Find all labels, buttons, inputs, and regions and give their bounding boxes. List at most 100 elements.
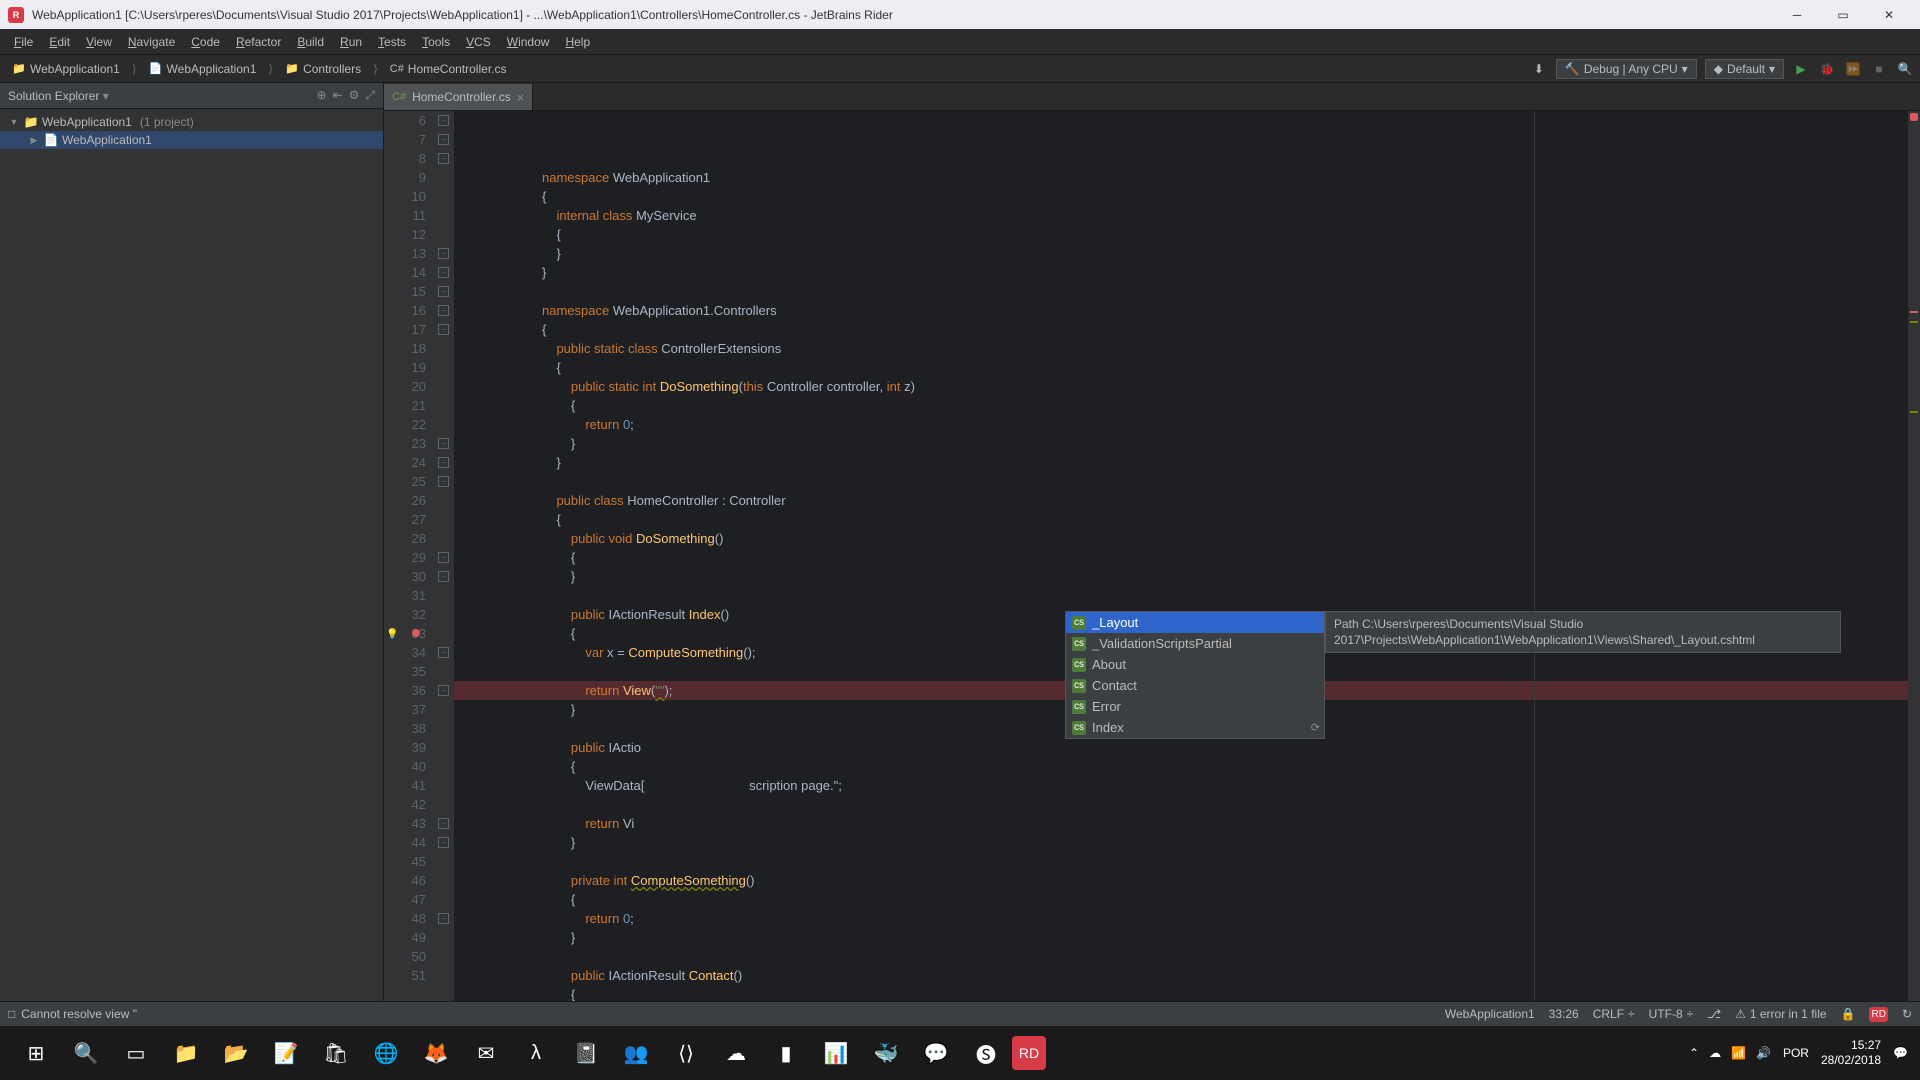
rider-icon[interactable]: RD [1012,1036,1046,1070]
build-config-selector[interactable]: 🔨 Debug | Any CPU ▾ [1556,59,1697,79]
docker-icon[interactable]: 🐳 [862,1029,910,1077]
tray-network-icon[interactable]: 📶 [1731,1046,1746,1060]
tray-onedrive-icon[interactable]: ☁ [1709,1046,1721,1060]
tray-chevron-icon[interactable]: ⌃ [1689,1046,1699,1060]
completion-item[interactable]: csIndex [1066,717,1324,738]
build-icon[interactable]: ⬇ [1530,60,1548,78]
fold-marker[interactable]: − [438,134,449,145]
code-line[interactable]: } [454,453,1908,472]
breadcrumb-item[interactable]: 📁WebApplication1 [6,60,126,78]
menu-window[interactable]: Window [499,31,558,53]
code-line[interactable]: { [454,225,1908,244]
code-line[interactable]: namespace WebApplication1.Controllers [454,301,1908,320]
completion-item[interactable]: csAbout [1066,654,1324,675]
task-manager-icon[interactable]: 📊 [812,1029,860,1077]
task-view-icon[interactable]: ▭ [112,1029,160,1077]
code-line[interactable]: { [454,548,1908,567]
code-line[interactable]: { [454,985,1908,1001]
slack-icon[interactable]: 💬 [912,1029,960,1077]
breadcrumb-item[interactable]: C#HomeController.cs [384,60,513,78]
firefox-icon[interactable]: 🦊 [412,1029,460,1077]
code-line[interactable]: } [454,434,1908,453]
collapse-icon[interactable]: ⇤ [333,88,343,103]
fold-marker[interactable]: − [438,476,449,487]
code-line[interactable]: } [454,928,1908,947]
start-button[interactable]: ⊞ [12,1029,60,1077]
error-stripe[interactable] [1908,111,1920,1001]
code-line[interactable]: { [454,757,1908,776]
code-line[interactable]: } [454,244,1908,263]
fold-marker[interactable]: − [438,685,449,696]
maximize-button[interactable]: ▭ [1820,0,1866,29]
code-line[interactable]: return 0; [454,909,1908,928]
completion-more-icon[interactable]: ⟳ [1311,721,1320,734]
stop-button[interactable]: ■ [1870,60,1888,78]
close-tab-icon[interactable]: × [517,90,525,105]
fold-marker[interactable]: − [438,457,449,468]
code-editor[interactable]: 6789101112131415161718192021222324252627… [384,111,1920,1001]
gear-icon[interactable]: ⚙ [349,88,360,103]
chrome-icon[interactable]: 🌐 [362,1029,410,1077]
onenote-icon[interactable]: 📓 [562,1029,610,1077]
code-line[interactable]: public void DoSomething() [454,529,1908,548]
code-line[interactable]: } [454,567,1908,586]
code-line[interactable]: { [454,187,1908,206]
linqpad-icon[interactable]: λ [512,1029,560,1077]
code-line[interactable]: private int ComputeSomething() [454,871,1908,890]
code-line[interactable]: { [454,510,1908,529]
fold-marker[interactable]: − [438,552,449,563]
run-config-selector[interactable]: ◆ Default ▾ [1705,59,1784,79]
breakpoint-icon[interactable] [412,629,420,637]
breadcrumb-item[interactable]: 📁Controllers [279,60,367,78]
menu-edit[interactable]: Edit [41,31,78,53]
code-line[interactable]: } [454,263,1908,282]
fold-marker[interactable]: − [438,571,449,582]
tray-notifications-icon[interactable]: 💬 [1893,1046,1908,1060]
completion-item[interactable]: csError [1066,696,1324,717]
status-sync-icon[interactable]: ↻ [1902,1007,1912,1021]
code-line[interactable]: public static int DoSomething(this Contr… [454,377,1908,396]
code-line[interactable]: { [454,320,1908,339]
fold-marker[interactable]: − [438,913,449,924]
project-node[interactable]: ▶ 📄 WebApplication1 [0,131,383,149]
azure-icon[interactable]: ☁ [712,1029,760,1077]
fold-marker[interactable]: − [438,438,449,449]
warning-marker[interactable] [1910,321,1918,323]
search-icon[interactable]: 🔍 [62,1029,110,1077]
menu-view[interactable]: View [78,31,120,53]
chevron-right-icon[interactable]: ▶ [28,135,40,146]
code-line[interactable]: ViewData[ scription page."; [454,776,1908,795]
completion-popup[interactable]: cs_Layoutcs_ValidationScriptsPartialcsAb… [1065,611,1325,739]
code-line[interactable] [454,282,1908,301]
status-ide-icon[interactable]: RD [1869,1007,1887,1022]
store-icon[interactable]: 🛍 [312,1029,360,1077]
fold-marker[interactable]: − [438,647,449,658]
tray-volume-icon[interactable]: 🔊 [1756,1046,1771,1060]
code-line[interactable] [454,852,1908,871]
breadcrumb-item[interactable]: 📄WebApplication1 [143,60,263,78]
menu-navigate[interactable]: Navigate [120,31,183,53]
menu-code[interactable]: Code [183,31,228,53]
menu-help[interactable]: Help [557,31,598,53]
code-line[interactable]: public IActio [454,738,1908,757]
status-branch-icon[interactable]: ⎇ [1707,1007,1721,1021]
code-line[interactable]: } [454,833,1908,852]
file-explorer-icon[interactable]: 📂 [212,1029,260,1077]
status-encoding[interactable]: UTF-8 ÷ [1649,1007,1694,1021]
file-explorer-icon[interactable]: 📁 [162,1029,210,1077]
code-line[interactable] [454,947,1908,966]
fold-marker[interactable]: − [438,248,449,259]
fold-marker[interactable]: − [438,818,449,829]
code-line[interactable]: { [454,890,1908,909]
menu-refactor[interactable]: Refactor [228,31,289,53]
menu-tests[interactable]: Tests [370,31,414,53]
fold-marker[interactable]: − [438,153,449,164]
attach-button[interactable]: ⏩ [1844,60,1862,78]
code-line[interactable]: { [454,396,1908,415]
debug-button[interactable]: 🐞 [1818,60,1836,78]
menu-build[interactable]: Build [289,31,332,53]
teams-icon[interactable]: 👥 [612,1029,660,1077]
menu-run[interactable]: Run [332,31,370,53]
code-line[interactable]: return Vi [454,814,1908,833]
code-line[interactable]: namespace WebApplication1 [454,168,1908,187]
